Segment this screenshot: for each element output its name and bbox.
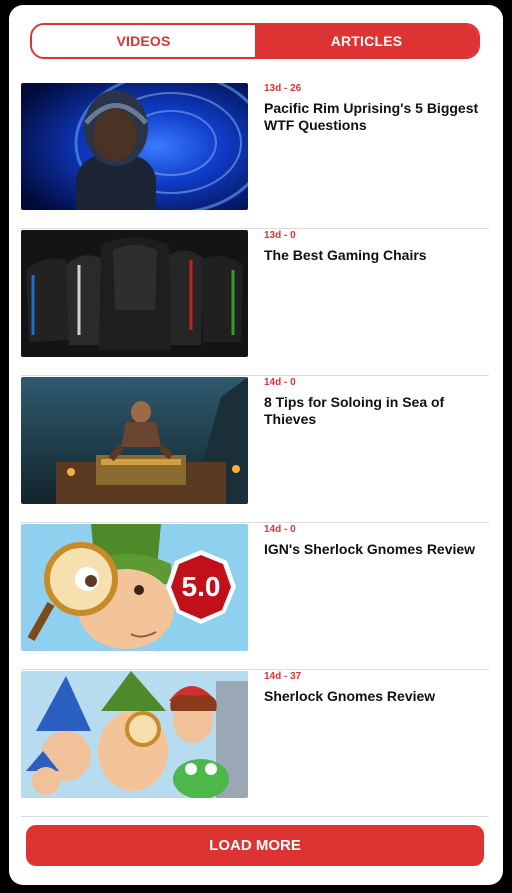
load-more-button[interactable]: LOAD MORE <box>26 825 484 866</box>
sherlock-gnomes-thumbnail-image <box>21 671 248 798</box>
gaming-chairs-thumbnail-image <box>21 230 248 357</box>
rating-badge-text: 5.0 <box>181 571 221 602</box>
list-item[interactable]: 14d - 37 Sherlock Gnomes Review <box>21 671 489 817</box>
article-thumbnail[interactable]: 5.0 <box>21 524 248 651</box>
sea-of-thieves-thumbnail-image <box>21 377 248 504</box>
tab-videos[interactable]: VIDEOS <box>32 25 255 57</box>
article-title[interactable]: 8 Tips for Soloing in Sea of Thieves <box>264 394 489 428</box>
article-title[interactable]: Pacific Rim Uprising's 5 Biggest WTF Que… <box>264 100 489 134</box>
article-meta: 14d - 0 <box>264 524 296 535</box>
tab-articles[interactable]: ARTICLES <box>255 25 478 57</box>
article-thumbnail[interactable] <box>21 83 248 210</box>
article-title[interactable]: Sherlock Gnomes Review <box>264 688 489 705</box>
article-title[interactable]: The Best Gaming Chairs <box>264 247 489 264</box>
article-meta: 13d - 0 <box>264 230 296 241</box>
article-thumbnail[interactable] <box>21 671 248 798</box>
list-item[interactable]: 13d - 0 The Best Gaming Chairs <box>21 230 489 376</box>
pacific-rim-thumbnail-image <box>21 83 248 210</box>
article-meta: 13d - 26 <box>264 83 302 94</box>
article-meta: 14d - 0 <box>264 377 296 388</box>
article-thumbnail[interactable] <box>21 230 248 357</box>
list-item[interactable]: 5.0 14d - 0 IGN's Sherlock Gnomes Review <box>21 524 489 670</box>
list-item[interactable]: 14d - 0 8 Tips for Soloing in Sea of Thi… <box>21 377 489 523</box>
article-title[interactable]: IGN's Sherlock Gnomes Review <box>264 541 489 558</box>
list-item[interactable]: 13d - 26 Pacific Rim Uprising's 5 Bigges… <box>21 83 489 229</box>
content-card: VIDEOS ARTICLES 13d - 26 Pacific Rim Upr… <box>9 5 503 885</box>
article-meta: 14d - 37 <box>264 671 302 682</box>
article-list: 13d - 26 Pacific Rim Uprising's 5 Bigges… <box>21 83 489 817</box>
content-tabs: VIDEOS ARTICLES <box>30 23 480 59</box>
article-thumbnail[interactable] <box>21 377 248 504</box>
